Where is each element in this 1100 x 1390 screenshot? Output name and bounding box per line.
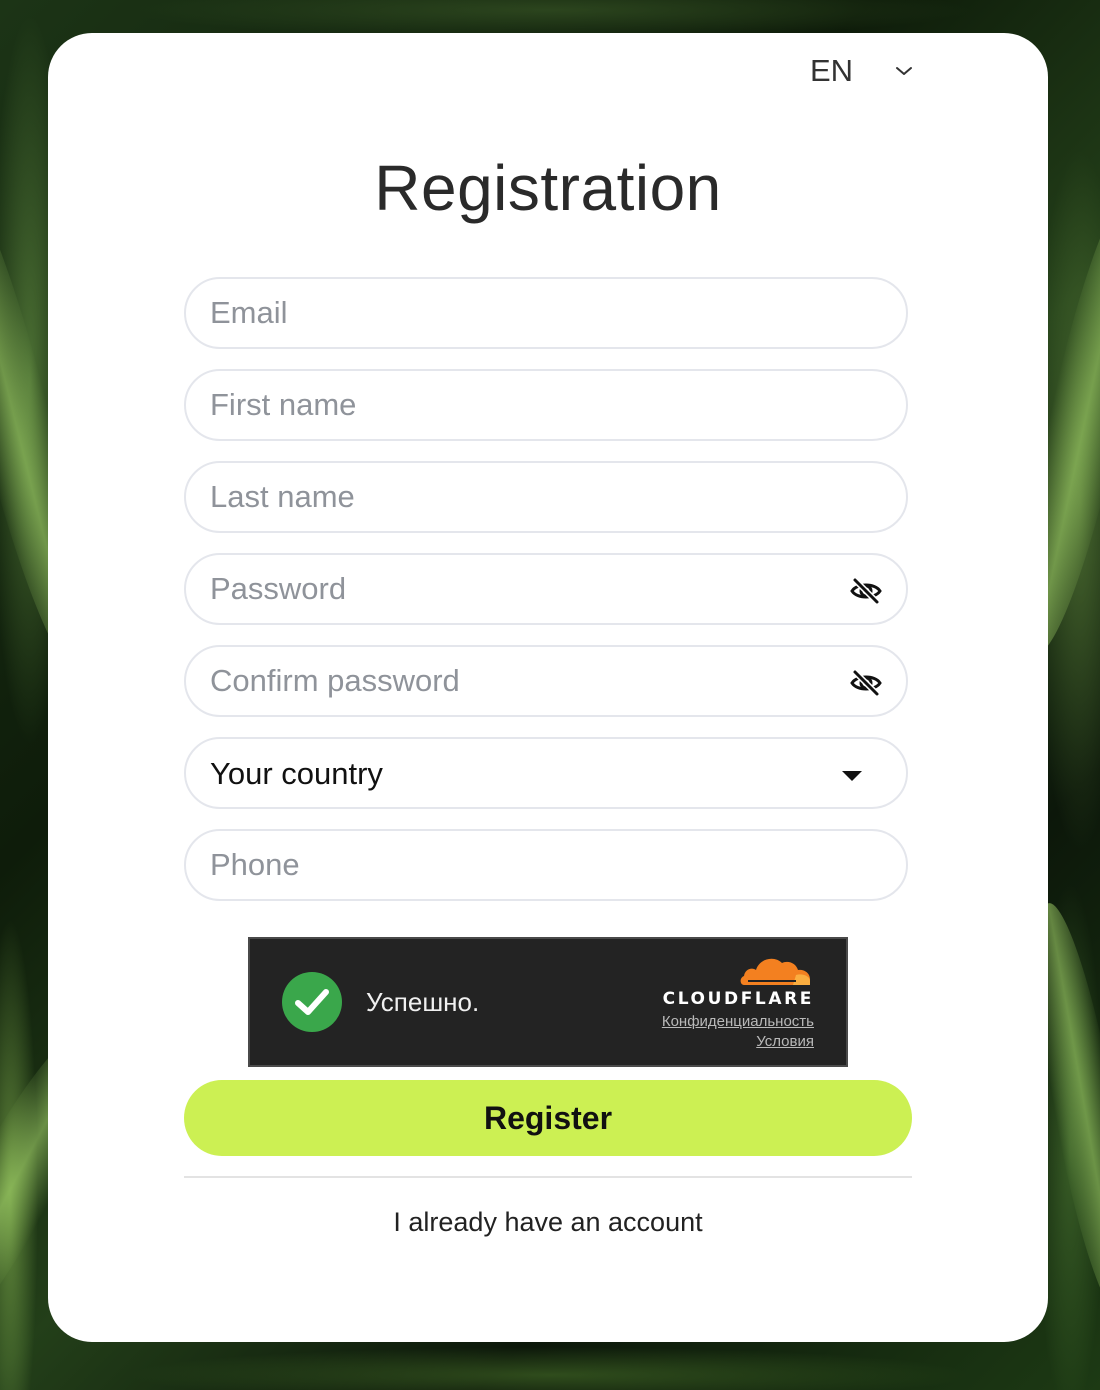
first-name-field[interactable] [184,369,908,441]
registration-card: EN Registration Your country [48,33,1048,1342]
login-link[interactable]: I already have an account [48,1207,1048,1238]
register-button[interactable]: Register [184,1080,912,1156]
email-field[interactable] [184,277,908,349]
cloudflare-cloud-icon [740,958,810,985]
checkmark-icon [295,989,329,1015]
phone-field[interactable] [184,829,908,901]
captcha-widget: Успешно. CLOUDFLARE Конфиденциальность У… [248,937,848,1067]
check-circle-icon [282,972,342,1032]
country-select[interactable]: Your country [184,737,908,809]
last-name-input[interactable] [210,463,810,531]
confirm-password-input[interactable] [210,647,810,715]
caret-down-icon [842,771,862,781]
confirm-password-field[interactable] [184,645,908,717]
cloudflare-wordmark: CLOUDFLARE [662,989,814,1009]
divider [184,1176,912,1178]
email-input[interactable] [210,279,810,347]
captcha-status: Успешно. [366,987,480,1017]
eye-off-icon[interactable] [850,667,882,699]
last-name-field[interactable] [184,461,908,533]
chevron-down-icon [896,67,912,75]
terms-link[interactable]: Условия [756,1033,814,1050]
language-selector[interactable]: EN [810,51,920,91]
password-input[interactable] [210,555,810,623]
privacy-link[interactable]: Конфиденциальность [662,1013,814,1030]
phone-input[interactable] [210,831,810,899]
page-title: Registration [374,152,722,224]
first-name-input[interactable] [210,371,810,439]
language-code: EN [810,53,854,88]
password-field[interactable] [184,553,908,625]
country-select-label: Your country [210,756,383,791]
cloudflare-logo: CLOUDFLARE [662,951,814,1019]
eye-off-icon[interactable] [850,575,882,607]
